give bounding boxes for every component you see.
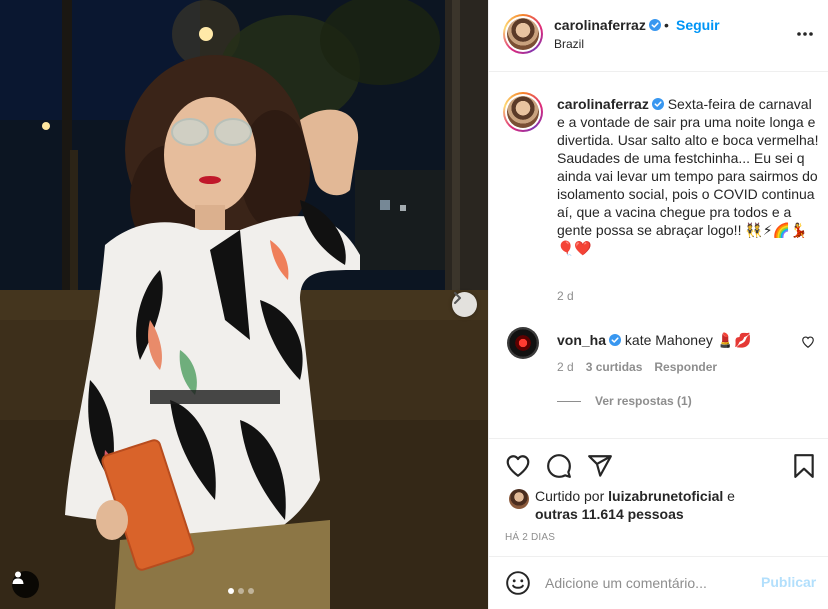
carousel-next-button[interactable]: [452, 292, 477, 317]
view-replies-button[interactable]: Ver respostas (1): [557, 394, 692, 408]
commenter-avatar[interactable]: [507, 327, 539, 359]
view-replies-label: Ver respostas (1): [595, 394, 692, 408]
liker-avatar[interactable]: [509, 489, 529, 509]
carousel-dot: [228, 588, 234, 594]
comment-body: kate Mahoney 💄💋: [624, 332, 752, 348]
liked-by-text: Curtido por luizabrunetoficial e outras …: [535, 487, 765, 523]
post-date[interactable]: HÁ 2 DIAS: [505, 532, 555, 543]
caption-body: Sexta-feira de carnaval e a vontade de s…: [557, 96, 819, 256]
caption-text: carolinaferraz Sexta-feira de carnaval e…: [557, 95, 819, 257]
reply-button[interactable]: Responder: [654, 360, 717, 374]
comment-bubble-icon[interactable]: [546, 453, 572, 479]
caption-author-avatar[interactable]: [503, 92, 543, 132]
smiley-icon[interactable]: [505, 570, 531, 596]
comment-timestamp[interactable]: 2 d: [557, 360, 574, 374]
caption-author-avatar-image: [507, 96, 539, 128]
carousel-dot: [238, 588, 244, 594]
author-username-text[interactable]: carolinaferraz: [554, 17, 646, 33]
author-avatar[interactable]: [503, 14, 543, 54]
verified-badge-icon: [651, 98, 664, 110]
publish-button[interactable]: Publicar: [761, 574, 816, 590]
follow-button[interactable]: Seguir: [676, 17, 720, 33]
replies-divider-line: [557, 400, 581, 402]
post-location[interactable]: Brazil: [554, 37, 584, 51]
comment-composer: Publicar: [489, 556, 828, 609]
comment-meta: 2 d 3 curtidas Responder: [557, 360, 717, 374]
comment-heart-icon[interactable]: [801, 335, 815, 349]
carousel-dot: [248, 588, 254, 594]
paper-plane-icon[interactable]: [587, 453, 613, 479]
liked-by-prefix: Curtido por: [535, 488, 605, 504]
chevron-right-icon: [454, 292, 461, 304]
commenter-username[interactable]: von_ha: [557, 332, 606, 348]
user-tag-icon: [12, 571, 24, 584]
post-image: [0, 0, 488, 609]
verified-badge-icon: [609, 334, 622, 346]
author-username[interactable]: carolinaferraz: [554, 17, 661, 33]
comment-text: von_ha kate Mahoney 💄💋: [557, 331, 787, 349]
liker-username[interactable]: luizabrunetoficial: [608, 488, 723, 504]
caption-username[interactable]: carolinaferraz: [557, 96, 649, 112]
tagged-users-button[interactable]: [12, 571, 39, 598]
verified-badge-icon: [648, 19, 661, 31]
comment-likes[interactable]: 3 curtidas: [586, 360, 643, 374]
more-dots-icon[interactable]: [795, 24, 815, 44]
likes-count[interactable]: outras 11.614 pessoas: [535, 506, 684, 522]
header-separator: •: [664, 17, 669, 33]
post-details-panel: carolinaferraz • Seguir Brazil carolinaf…: [488, 0, 828, 609]
heart-icon[interactable]: [505, 453, 531, 479]
caption-timestamp[interactable]: 2 d: [557, 289, 574, 303]
comment-input[interactable]: [545, 571, 745, 595]
post-photo[interactable]: [0, 0, 488, 609]
carousel-indicator: [228, 588, 254, 594]
post-header: carolinaferraz • Seguir Brazil: [489, 0, 828, 72]
bookmark-icon[interactable]: [791, 453, 817, 479]
author-avatar-image: [507, 18, 539, 50]
liked-by-joiner: e: [727, 488, 735, 504]
